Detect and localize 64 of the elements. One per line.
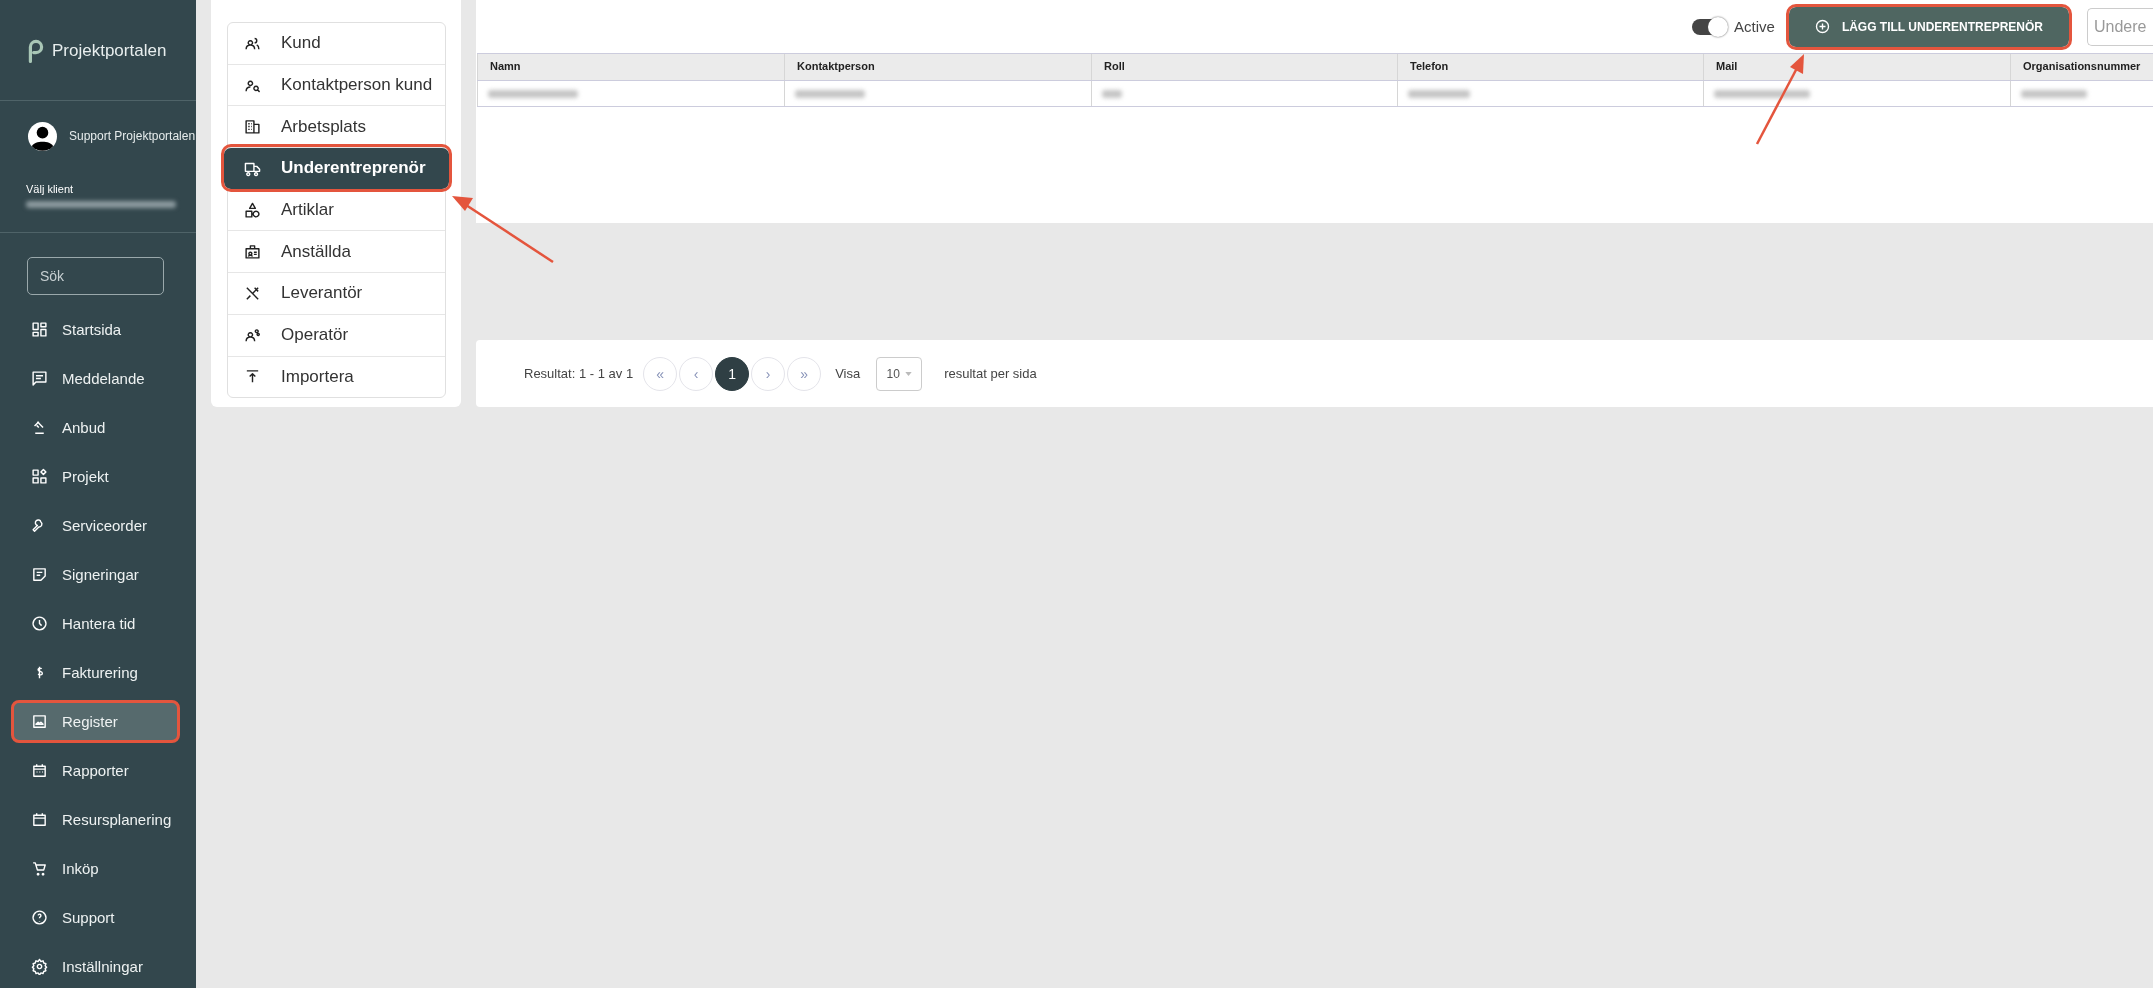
column-header: Organisationsnummer	[2010, 54, 2153, 80]
blurred-text	[795, 89, 865, 98]
avatar-icon	[28, 121, 57, 151]
search-field[interactable]: Sök	[27, 257, 164, 295]
sidebar-item[interactable]: Startsida	[11, 308, 180, 351]
sidebar-item[interactable]: Anbud	[11, 406, 180, 449]
caret-icon	[904, 371, 912, 376]
register-menu-item[interactable]: Kund	[228, 23, 445, 64]
clock-icon	[31, 615, 48, 632]
show-label: Visa	[835, 366, 861, 381]
blurred-text	[1102, 89, 1122, 98]
register-menu-item[interactable]: Importera	[228, 355, 445, 398]
search-field[interactable]: Undere	[2087, 7, 2153, 46]
sidebar-item[interactable]: Resursplanering	[11, 798, 180, 841]
people-icon	[244, 326, 261, 344]
sidebar-item[interactable]: Hantera tid	[11, 602, 180, 645]
active-toggle[interactable]	[1692, 18, 1726, 35]
sidebar-item[interactable]: Signeringar	[11, 553, 180, 596]
add-icon	[1814, 19, 1830, 34]
image-icon	[31, 713, 48, 730]
register-menu-item[interactable]: Leverantör	[228, 272, 445, 314]
client-label: Välj klient	[26, 183, 75, 195]
register-menu-item[interactable]: Artiklar	[228, 188, 445, 231]
column-header: Roll	[1091, 54, 1397, 80]
brand-name: Projektportalen	[52, 41, 167, 61]
register-menu-item[interactable]: Kontaktperson kund	[228, 63, 445, 106]
user-name: Support Projektportalen	[69, 129, 196, 143]
sidebar-item[interactable]: Serviceorder	[11, 504, 180, 547]
logo-icon	[28, 39, 44, 63]
cart-icon	[31, 860, 48, 877]
add-subcontractor-button[interactable]: LÄGG TILL UNDERENTREPRENÖR	[1788, 6, 2069, 47]
sidebar-item[interactable]: Inköp	[11, 847, 180, 890]
register-menu-item[interactable]: Operatör	[228, 313, 445, 356]
page-size-select[interactable]: 10	[876, 356, 923, 391]
building-icon	[244, 118, 261, 136]
blurred-text	[1408, 89, 1470, 98]
sidebar-item[interactable]: Rapporter	[11, 749, 180, 792]
note-icon	[31, 566, 48, 583]
sidebar-item[interactable]: Projekt	[11, 455, 180, 498]
shapes-icon	[244, 201, 261, 219]
page-button[interactable]: 1	[715, 356, 750, 391]
column-header: Namn	[477, 54, 784, 80]
toggle-label: Active	[1734, 18, 1775, 35]
page-size-suffix: resultat per sida	[944, 366, 1037, 381]
column-header: Kontaktperson	[784, 54, 1091, 80]
calendar-icon	[31, 811, 48, 828]
message-icon	[31, 370, 48, 387]
sidebar-item[interactable]: Support	[11, 896, 180, 939]
gear-icon	[31, 958, 48, 975]
column-header: Telefon	[1397, 54, 1703, 80]
sidebar-item[interactable]: Inställningar	[11, 945, 180, 988]
dashboard-icon	[31, 321, 48, 338]
calendar-icon	[31, 762, 48, 779]
badge-icon	[244, 243, 261, 261]
result-summary: Resultat: 1 - 1 av 1	[524, 366, 634, 381]
sidebar-item[interactable]: Meddelande	[11, 357, 180, 400]
register-menu-item[interactable]: Anställda	[228, 230, 445, 273]
help-icon	[31, 909, 48, 926]
blurred-text	[2021, 89, 2087, 98]
sidebar-item[interactable]: Fakturering	[11, 651, 180, 694]
register-menu-item[interactable]: Underentreprenör	[224, 147, 449, 189]
tools-icon	[244, 284, 261, 302]
sidebar-item[interactable]: Register	[11, 700, 180, 743]
grid-icon	[31, 468, 48, 485]
